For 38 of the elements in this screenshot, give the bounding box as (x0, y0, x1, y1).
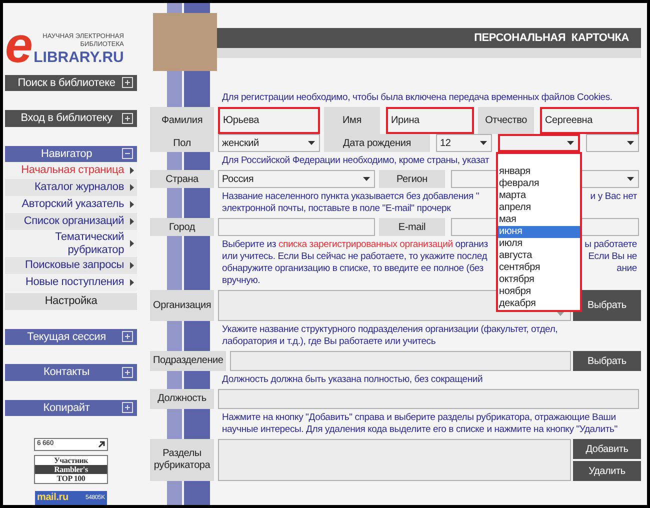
logo-letter: e (5, 22, 33, 67)
note-text: вручную. (222, 275, 260, 287)
field-label: Город (150, 218, 214, 236)
note-text: электронной почты, поставьте в поле "E-mail" прочерк (222, 203, 451, 215)
counter-text: Rambler's (35, 465, 107, 474)
field-label: Разделы рубрикатора (150, 439, 214, 481)
note-text: Укажите название структурного подразделения организации (факультет, отдел, (222, 324, 558, 336)
note-text: Если Вы не (588, 251, 637, 263)
note-text: ы работаете (584, 239, 637, 251)
field-label: Дата рождения (324, 134, 430, 152)
note-text: научные интересы. Для удаления кода выделите его в списке и нажмите на кнопку "Удалить" (222, 424, 618, 436)
field-label: E-mail (379, 218, 445, 236)
note-text: Должность должна быть указана полностью, без сокращений (222, 374, 483, 386)
counter-text: Участник (52, 456, 90, 465)
note-text: организ (454, 239, 488, 251)
field-label: Организация (150, 290, 214, 321)
field-label: Имя (324, 107, 380, 134)
field-label: Отчество (478, 107, 534, 134)
field-label: Должность (150, 389, 214, 409)
field-label: Фамилия (150, 107, 214, 134)
field-label: Страна (150, 170, 214, 188)
note-text: ание (616, 263, 637, 275)
note-text: и у Вас нет (590, 191, 637, 203)
note-text: обнаружите организацию в списке, то введите ее полное (без (222, 263, 484, 275)
field-label: Регион (379, 170, 445, 188)
field-label: Пол (150, 134, 214, 152)
note-text: Для регистрации необходимо, чтобы была включена передача временных файлов Cookies. (222, 92, 612, 104)
note-text: лаборатория и т.д.), где Вы работаете или учитесь (222, 336, 436, 348)
note-text: Название населенного пункта указывается без добавления " (222, 191, 480, 203)
page-title: ПЕРСОНАЛЬНАЯ КАРТОЧКА (474, 30, 629, 46)
logo-name: LIBRARY.RU (34, 48, 124, 67)
note-text: Выберите из (222, 239, 278, 251)
counter-text: TOP 100 (56, 474, 86, 483)
mail-logo: mail.ru (37, 492, 68, 504)
note-text: Нажмите на кнопку "Добавить" справа и выберите разделы рубрикатора, отражающие Ваши (222, 412, 616, 424)
note-text: или учитесь. Если Вы сейчас не работаете, то укажите послед (222, 251, 488, 263)
note-text: Для Российской Федерации необходимо, кроме страны, указат (222, 155, 490, 167)
field-label: Подразделение (150, 351, 226, 371)
